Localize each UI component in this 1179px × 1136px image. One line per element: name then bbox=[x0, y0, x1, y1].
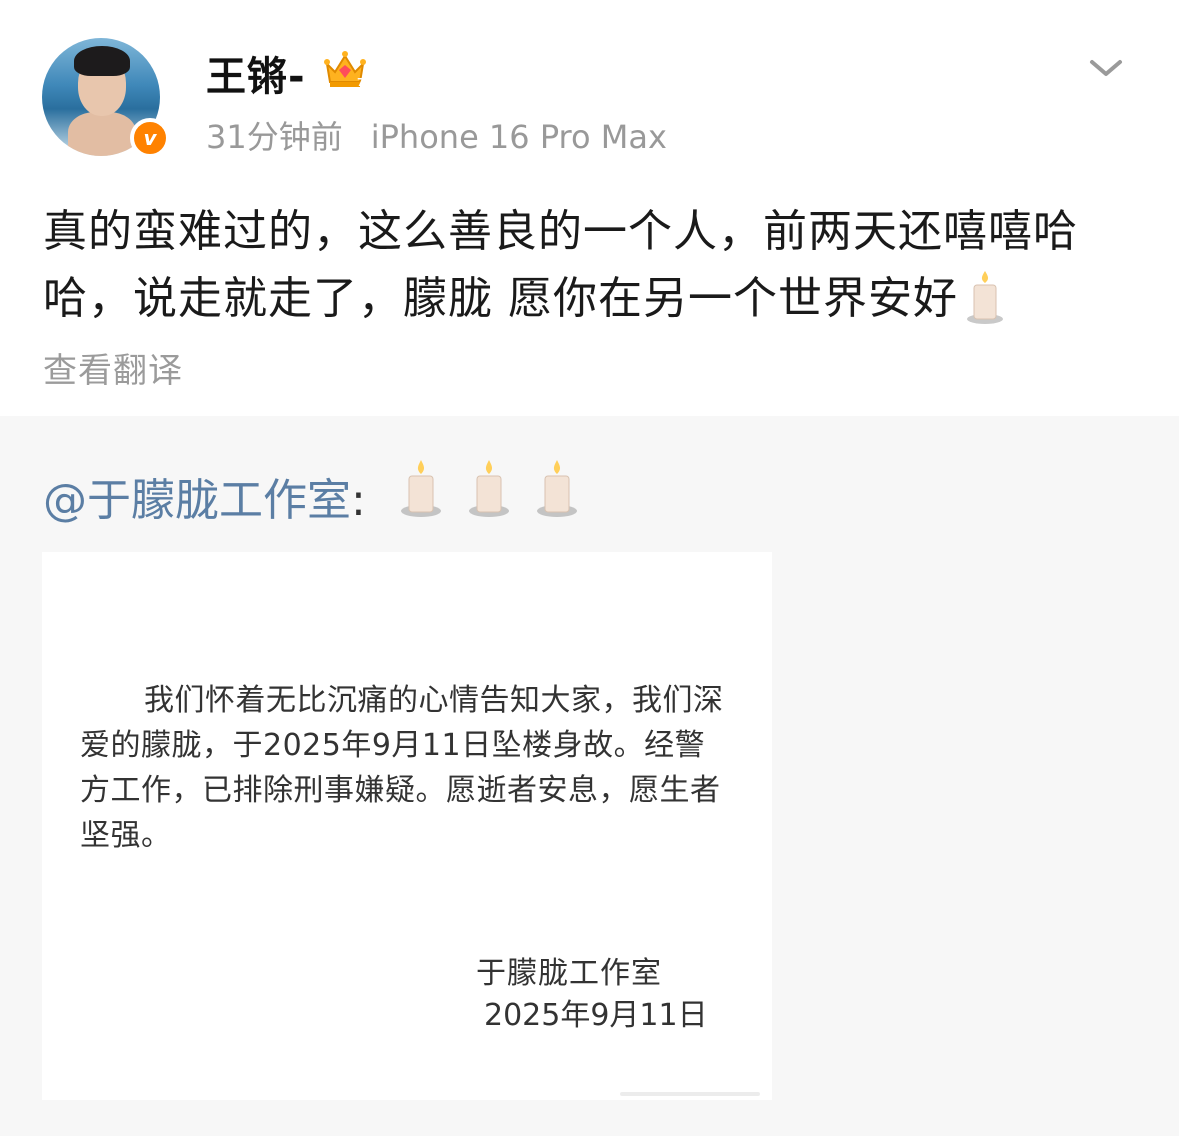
post-text-content: 真的蛮难过的，这么善良的一个人，前两天还嘻嘻哈哈，说走就走了，朦胧 愿你在另一个… bbox=[43, 206, 1078, 324]
translate-link[interactable]: 查看翻译 bbox=[43, 343, 183, 392]
chevron-down-icon[interactable] bbox=[1086, 50, 1126, 86]
post-time: 31分钟前 bbox=[206, 118, 343, 156]
candle-icon bbox=[967, 271, 1003, 324]
notice-signature-date: 2025年9月11日 bbox=[484, 998, 708, 1033]
weibo-post: v 王锵- 7 31分钟前 iPhone 16 Pro Max 真的蛮难过的，这么… bbox=[0, 0, 1179, 416]
mention-link[interactable]: @于朦胧工作室 bbox=[43, 475, 351, 526]
crown-icon: 7 bbox=[324, 51, 366, 89]
avatar-shoulders bbox=[68, 112, 136, 156]
verified-badge: v bbox=[130, 118, 170, 158]
candle-icon bbox=[469, 460, 509, 517]
repost-colon: : bbox=[351, 475, 366, 526]
post-meta: 31分钟前 iPhone 16 Pro Max bbox=[206, 112, 667, 158]
repost-header: @于朦胧工作室: bbox=[43, 464, 366, 528]
post-text: 真的蛮难过的，这么善良的一个人，前两天还嘻嘻哈哈，说走就走了，朦胧 愿你在另一个… bbox=[43, 198, 1153, 332]
watermark bbox=[620, 1092, 760, 1096]
author-name[interactable]: 王锵- bbox=[206, 44, 306, 102]
reposted-content: @于朦胧工作室: 我们怀着无比沉痛的心情告知大家，我们深爱的朦胧，于2025年9… bbox=[0, 416, 1179, 1136]
svg-text:7: 7 bbox=[357, 76, 365, 89]
author-avatar[interactable]: v bbox=[42, 38, 170, 158]
candle-icon bbox=[401, 460, 441, 517]
post-device: iPhone 16 Pro Max bbox=[370, 118, 667, 156]
notice-body: 我们怀着无比沉痛的心情告知大家，我们深爱的朦胧，于2025年9月11日坠楼身故。… bbox=[80, 683, 724, 853]
avatar-hair bbox=[74, 46, 130, 76]
candle-icon bbox=[537, 460, 577, 517]
notice-image[interactable]: 我们怀着无比沉痛的心情告知大家，我们深爱的朦胧，于2025年9月11日坠楼身故。… bbox=[42, 552, 772, 1100]
notice-signature-name: 于朦胧工作室 bbox=[476, 956, 662, 991]
